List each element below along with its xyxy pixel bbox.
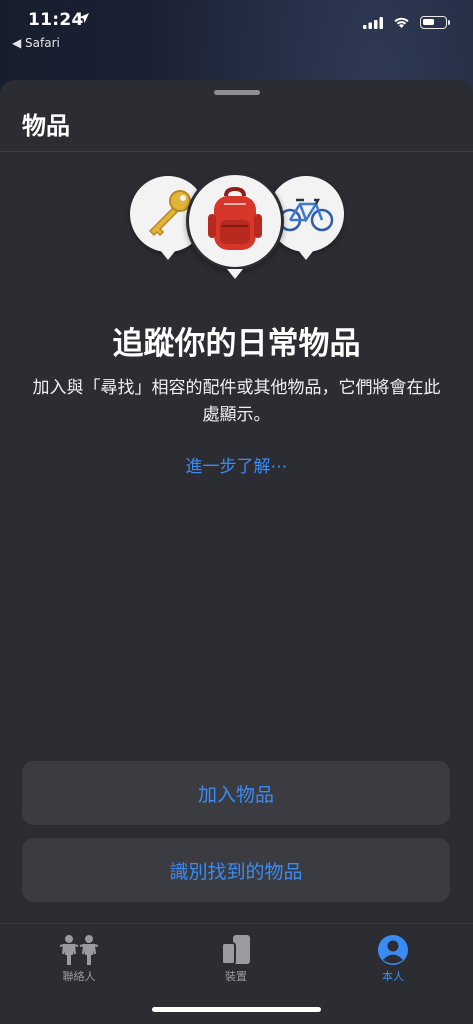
backpack-pin-tail — [227, 269, 243, 279]
identify-found-item-button[interactable]: 識別找到的物品 — [22, 838, 450, 902]
people-icon — [59, 935, 99, 965]
items-sheet: 物品 追蹤你的日常物品 加入與「尋找」相容的配件或其他物品，它們將會在此處顯示。… — [0, 80, 473, 1024]
devices-icon — [221, 935, 250, 965]
status-icons — [363, 16, 450, 29]
header-divider — [0, 151, 473, 152]
tab-me-label: 本人 — [382, 970, 404, 983]
status-bar: 11:24 ◀ Safari — [0, 0, 473, 58]
sheet-title: 物品 — [22, 112, 70, 140]
bicycle-icon — [278, 198, 334, 232]
learn-more-link[interactable]: 進一步了解⋯ — [0, 452, 473, 477]
tab-devices[interactable]: 裝置 — [186, 932, 286, 984]
tab-people[interactable]: 聯絡人 — [29, 932, 129, 984]
empty-state-description: 加入與「尋找」相容的配件或其他物品，它們將會在此處顯示。 — [32, 378, 441, 425]
key-pin-tail — [160, 250, 176, 260]
tab-people-label: 聯絡人 — [62, 970, 96, 983]
bicycle-pin-tail — [298, 250, 314, 260]
status-time: 11:24 — [28, 10, 84, 30]
cellular-signal-icon — [363, 16, 383, 29]
item-pins-illustration — [120, 172, 360, 306]
tab-me[interactable]: 本人 — [343, 932, 443, 984]
me-icon — [378, 935, 408, 965]
wifi-icon — [394, 17, 409, 28]
add-item-button[interactable]: 加入物品 — [22, 761, 450, 825]
tab-devices-label: 裝置 — [225, 970, 247, 983]
backpack-icon — [208, 186, 262, 250]
battery-level — [423, 19, 434, 25]
sheet-grabber[interactable] — [214, 90, 260, 95]
back-to-safari-link[interactable]: ◀ Safari — [12, 36, 60, 50]
location-arrow-icon — [79, 13, 89, 23]
battery-icon — [420, 16, 450, 29]
backpack-pin — [186, 172, 284, 270]
home-indicator[interactable] — [152, 1007, 321, 1012]
empty-state-headline: 追蹤你的日常物品 — [112, 326, 361, 362]
